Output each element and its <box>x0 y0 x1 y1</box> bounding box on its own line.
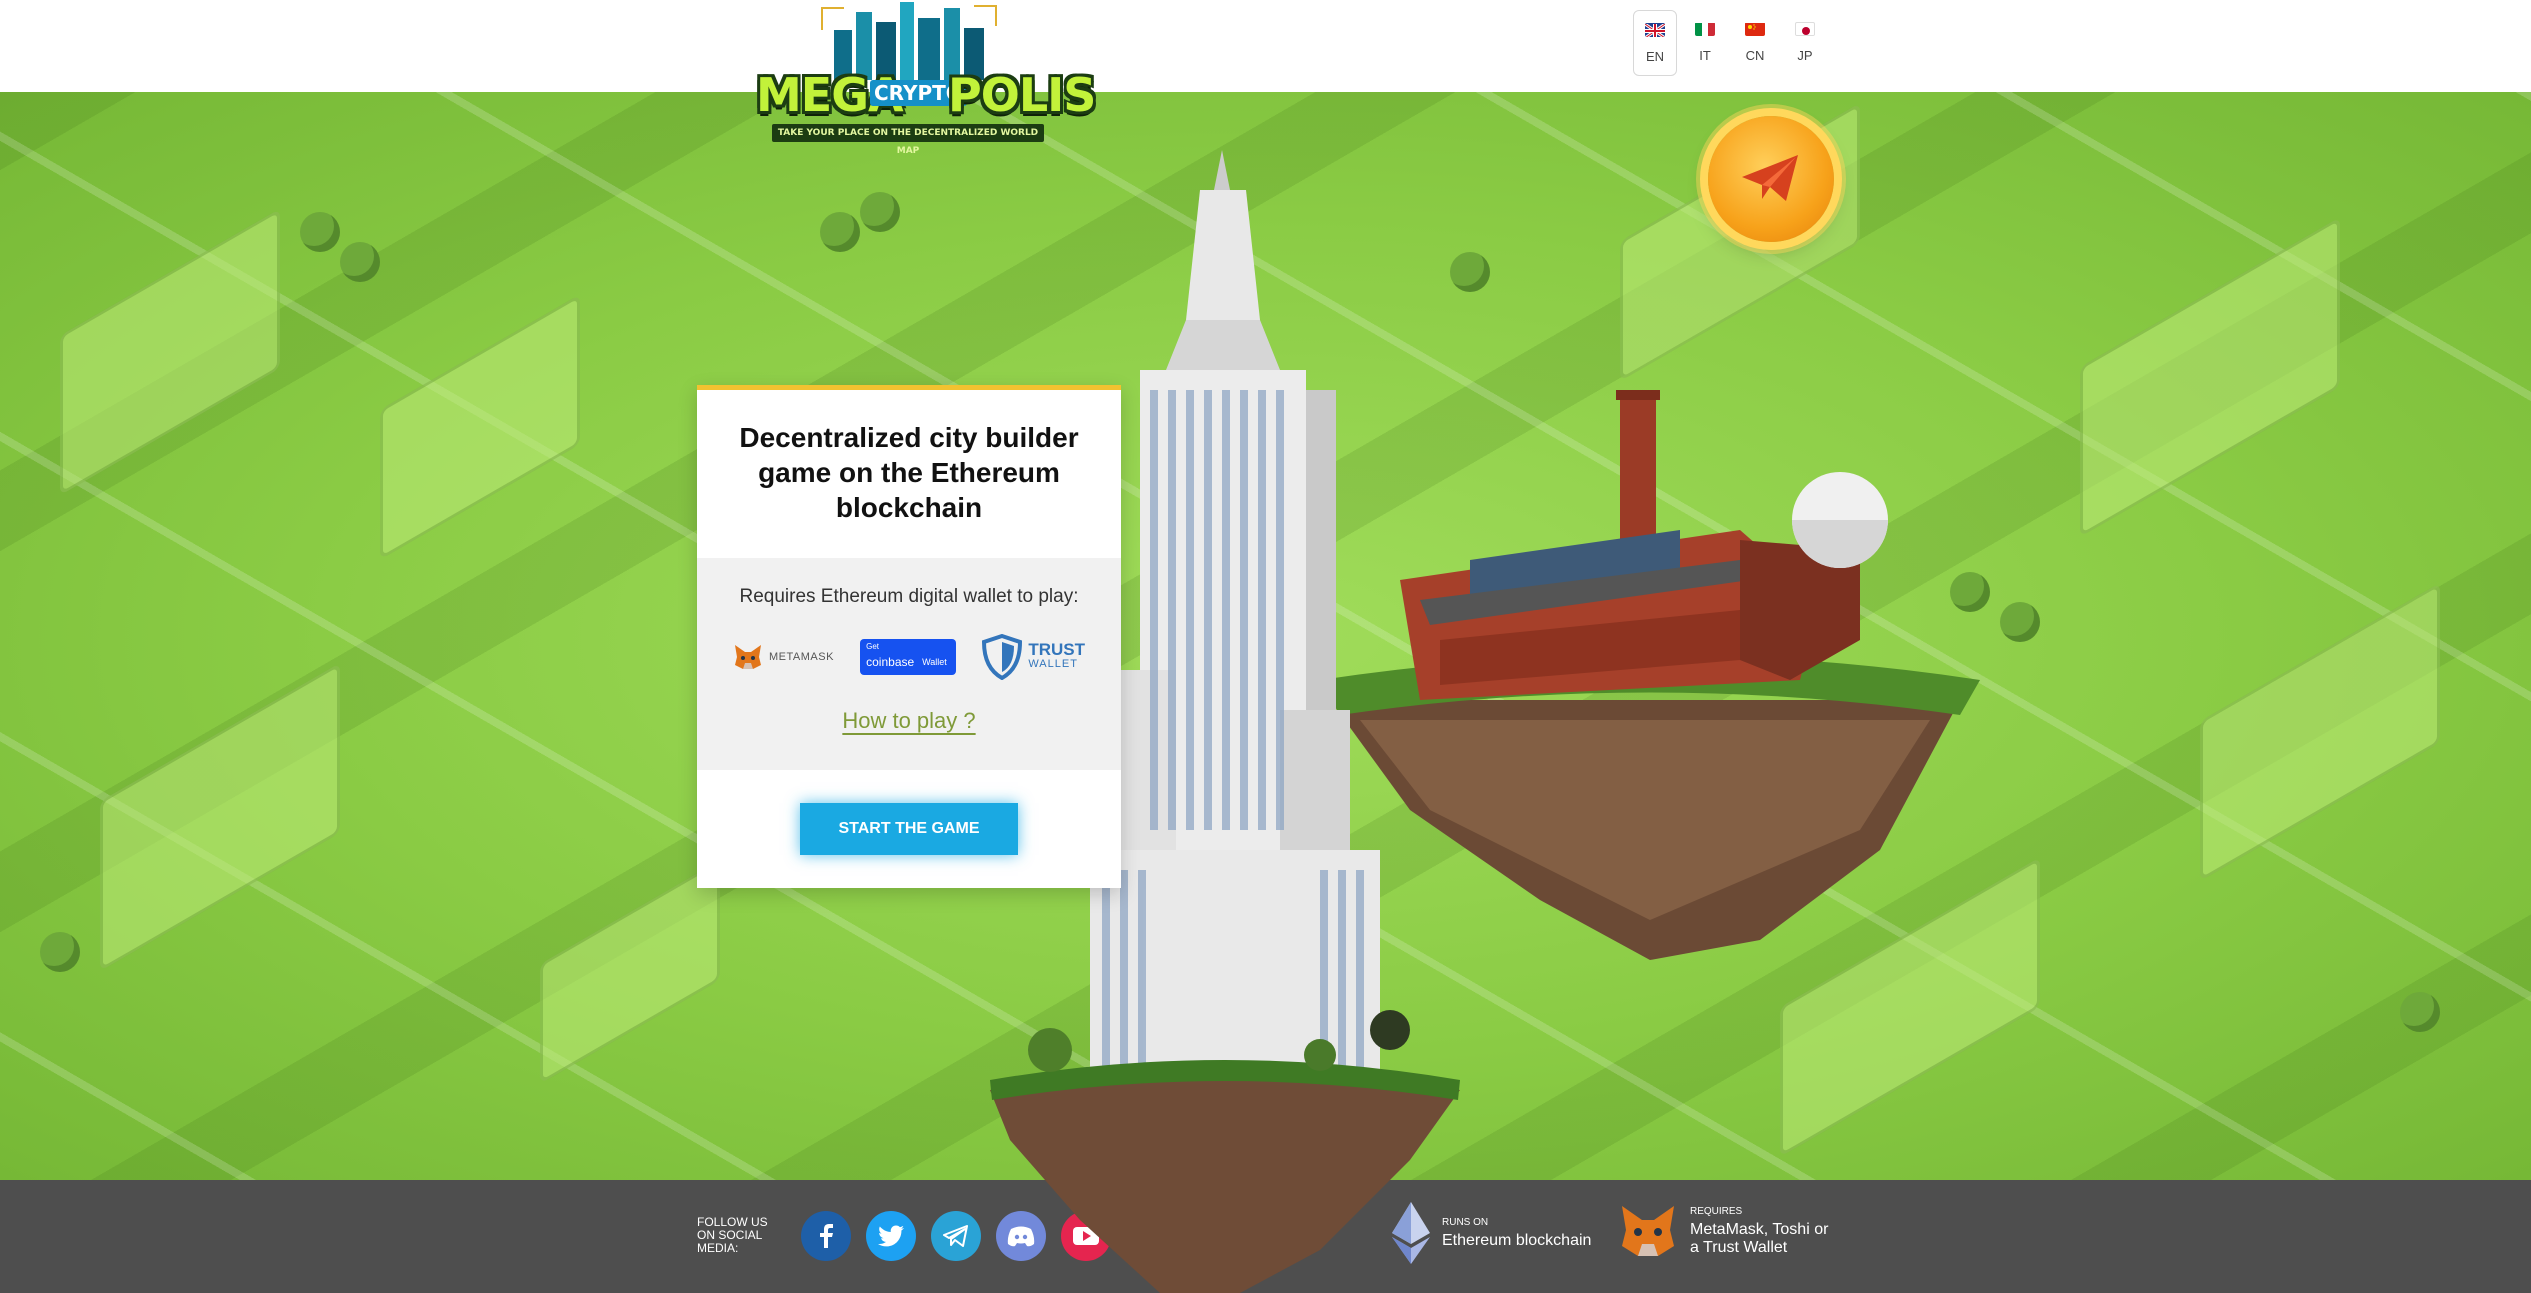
facebook-icon <box>820 1224 833 1248</box>
site-header <box>0 0 2531 92</box>
italy-flag-icon <box>1695 22 1715 36</box>
uk-flag-icon <box>1645 23 1665 37</box>
trust-wallet-link[interactable]: TRUST WALLET <box>982 634 1085 680</box>
twitter-icon <box>878 1225 904 1247</box>
lang-it-button[interactable]: IT <box>1683 10 1727 76</box>
facebook-button[interactable] <box>801 1211 851 1261</box>
twitter-button[interactable] <box>866 1211 916 1261</box>
metamask-fox-icon <box>1622 1206 1674 1256</box>
logo-tagline: TAKE YOUR PLACE ON THE DECENTRALIZED WOR… <box>772 124 1044 156</box>
telegram-badge-button[interactable] <box>1708 116 1834 242</box>
wallet-logos: METAMASK Get coinbase Wallet TRUST WALLE… <box>697 634 1121 680</box>
tree <box>340 242 380 282</box>
trust-wallet-label: WALLET <box>1028 658 1078 670</box>
logo-polis-text: POLIS <box>948 68 1096 122</box>
ethereum-blockchain-label: Ethereum blockchain <box>1442 1231 1592 1249</box>
china-flag-icon <box>1745 22 1765 36</box>
lang-label: EN <box>1645 49 1665 64</box>
runs-on-label: RUNS ON <box>1442 1216 1489 1228</box>
trust-label: TRUST <box>1028 640 1085 659</box>
tree <box>860 192 900 232</box>
city-block <box>380 294 580 560</box>
megacryptopolis-logo[interactable]: MEGA CRYPTO POLIS TAKE YOUR PLACE ON THE… <box>752 0 1096 156</box>
wallet-requirements-panel: Requires Ethereum digital wallet to play… <box>697 558 1121 770</box>
coinbase-get-label: Get <box>866 642 880 651</box>
paper-plane-icon <box>1742 155 1798 201</box>
tree <box>2400 992 2440 1032</box>
requires-wallets-label: MetaMask, Toshi or a Trust Wallet <box>1690 1220 1829 1256</box>
tree <box>2000 602 2040 642</box>
trust-shield-icon <box>982 634 1023 680</box>
how-to-play-link[interactable]: How to play ? <box>842 708 975 734</box>
card-action-area: START THE GAME <box>697 770 1121 888</box>
metamask-fox-icon <box>735 645 761 669</box>
lang-jp-button[interactable]: JP <box>1783 10 1827 76</box>
tree <box>40 932 80 972</box>
card-title: Decentralized city builder game on the E… <box>739 422 1079 523</box>
wallet-requirement-text: Requires Ethereum digital wallet to play… <box>739 586 1079 607</box>
tree <box>300 212 340 252</box>
coinbase-wallet-link[interactable]: Get coinbase Wallet <box>860 639 957 675</box>
telegram-button[interactable] <box>931 1211 981 1261</box>
requires-wallet: REQUIRES MetaMask, Toshi or a Trust Wall… <box>1618 1202 1840 1260</box>
coinbase-wallet-label: Wallet <box>922 657 947 667</box>
city-block <box>2200 582 2440 882</box>
lang-label: JP <box>1797 48 1813 63</box>
japan-flag-icon <box>1795 22 1815 36</box>
lang-label: CN <box>1745 48 1765 63</box>
telegram-icon <box>943 1225 968 1247</box>
metamask-link[interactable]: METAMASK <box>733 643 834 671</box>
lang-cn-button[interactable]: CN <box>1733 10 1777 76</box>
city-block <box>100 662 340 972</box>
language-switcher: EN IT CN JP <box>1633 10 1827 76</box>
city-block <box>2080 216 2340 538</box>
requires-label: REQUIRES <box>1690 1205 1743 1217</box>
city-block <box>540 860 720 1084</box>
start-game-button[interactable]: START THE GAME <box>800 803 1018 855</box>
follow-us-label: FOLLOW US ON SOCIAL MEDIA: <box>697 1215 768 1255</box>
metamask-label: METAMASK <box>769 651 834 663</box>
lang-en-button[interactable]: EN <box>1633 10 1677 76</box>
city-block <box>60 208 280 496</box>
lang-label: IT <box>1699 48 1711 63</box>
intro-card: Decentralized city builder game on the E… <box>697 385 1121 888</box>
tree <box>820 212 860 252</box>
coinbase-label: coinbase <box>866 655 915 669</box>
